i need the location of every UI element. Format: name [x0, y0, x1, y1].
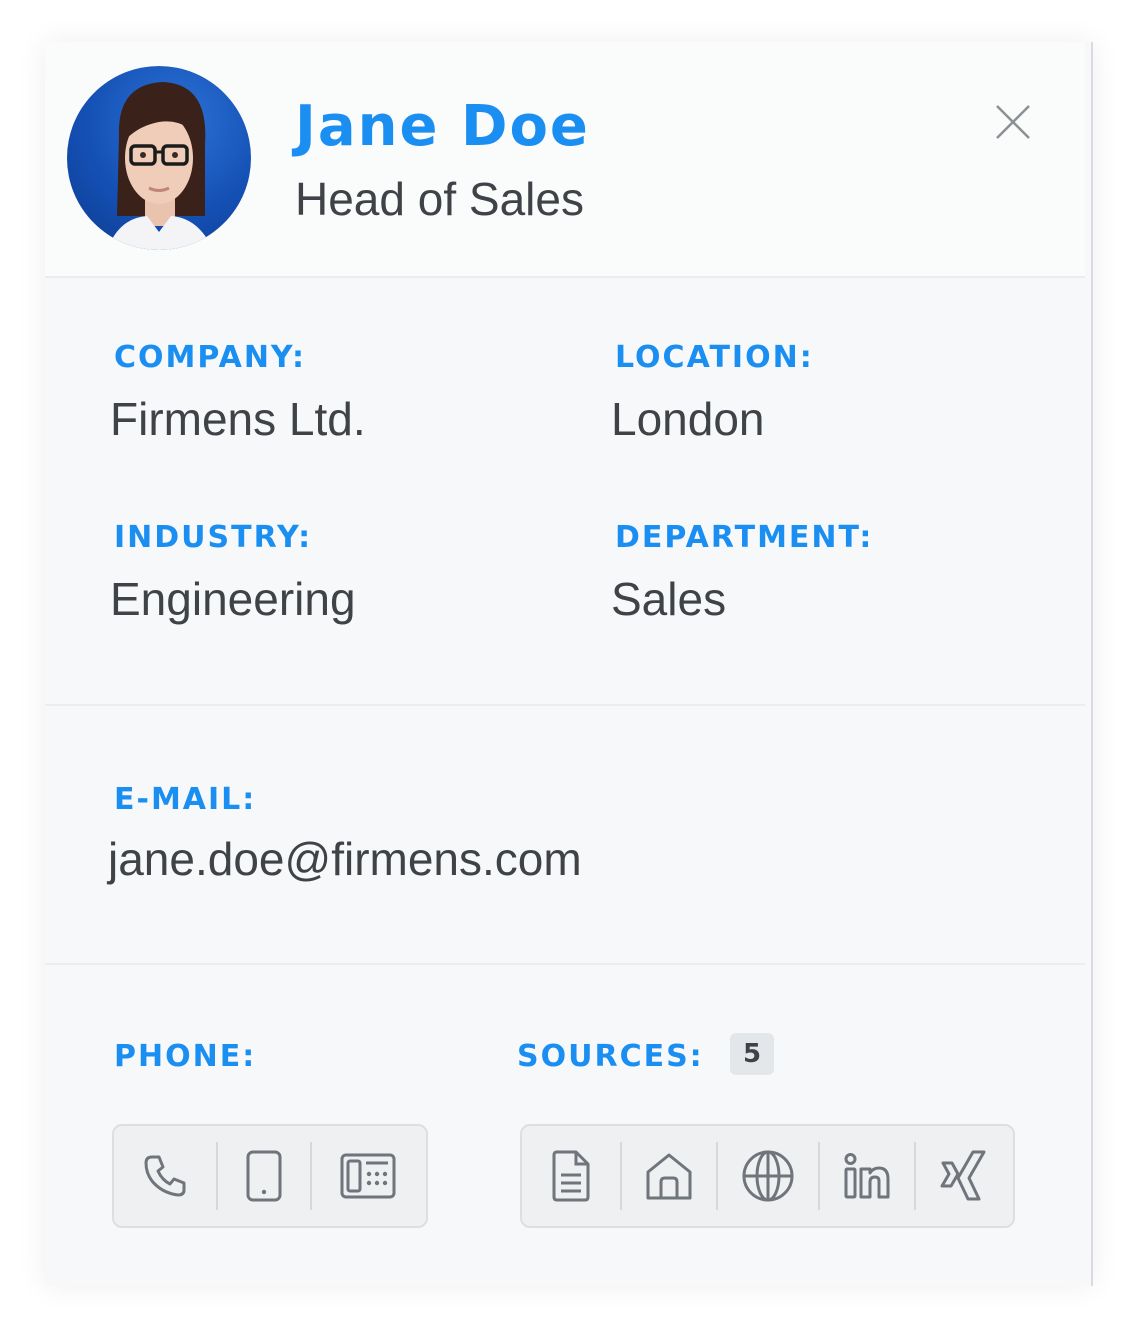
- contact-name: Jane Doe: [295, 94, 590, 159]
- source-home-button[interactable]: [622, 1126, 716, 1226]
- xing-icon: [940, 1150, 985, 1201]
- divider: [45, 704, 1085, 706]
- sources-count-badge: 5: [730, 1033, 774, 1075]
- avatar: [67, 66, 251, 250]
- phone-button[interactable]: [114, 1126, 216, 1226]
- source-xing-button[interactable]: [916, 1126, 1011, 1226]
- source-website-button[interactable]: [718, 1126, 818, 1226]
- company-value: Firmens Ltd.: [110, 393, 366, 445]
- divider: [45, 276, 1085, 278]
- phone-button-group: [112, 1124, 428, 1228]
- avatar-portrait: [107, 82, 213, 250]
- source-linkedin-button[interactable]: [820, 1126, 914, 1226]
- phone-label: PHONE:: [114, 1039, 257, 1074]
- document-icon: [552, 1150, 590, 1202]
- mobile-icon: [246, 1150, 282, 1202]
- industry-value: Engineering: [110, 573, 356, 625]
- mobile-button[interactable]: [218, 1126, 310, 1226]
- sources-button-group: [520, 1124, 1015, 1228]
- contact-header: Jane Doe Head of Sales: [45, 42, 1085, 276]
- location-value: London: [611, 393, 765, 445]
- globe-icon: [742, 1150, 794, 1202]
- home-icon: [646, 1153, 692, 1200]
- email-value[interactable]: jane.doe@firmens.com: [108, 832, 582, 886]
- sources-label: SOURCES:: [517, 1039, 704, 1074]
- contact-card: Jane Doe Head of Sales COMPANY: Firmens …: [45, 42, 1093, 1286]
- fax-icon: [340, 1153, 396, 1199]
- phone-icon: [144, 1155, 186, 1197]
- linkedin-icon: [844, 1153, 890, 1199]
- department-value: Sales: [611, 573, 727, 625]
- department-label: DEPARTMENT:: [615, 520, 874, 555]
- close-icon: [996, 105, 1030, 139]
- industry-label: INDUSTRY:: [114, 520, 313, 555]
- contact-title: Head of Sales: [295, 173, 584, 225]
- email-label: E-MAIL:: [114, 782, 257, 817]
- company-label: COMPANY:: [114, 340, 307, 375]
- close-button[interactable]: [993, 102, 1033, 142]
- location-label: LOCATION:: [615, 340, 814, 375]
- divider: [45, 963, 1085, 965]
- fax-button[interactable]: [312, 1126, 424, 1226]
- source-document-button[interactable]: [522, 1126, 620, 1226]
